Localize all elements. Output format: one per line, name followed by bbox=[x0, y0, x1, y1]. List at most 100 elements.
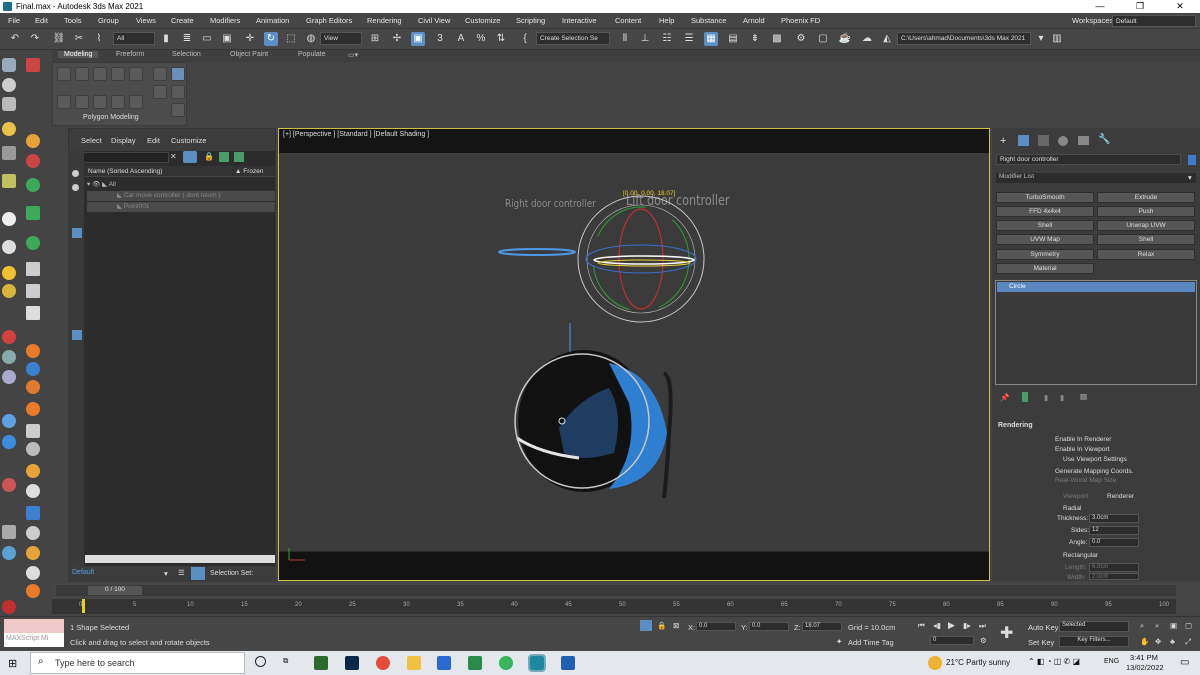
hierarchy-tab-icon[interactable] bbox=[1038, 135, 1049, 146]
expand-icon[interactable]: ▾ 👁 ◣ bbox=[87, 181, 109, 188]
tree-icon[interactable] bbox=[26, 442, 40, 456]
scene-menu-display[interactable]: Display bbox=[111, 136, 136, 145]
teapot-icon[interactable] bbox=[2, 97, 16, 111]
curve-editor-icon[interactable]: ▤ bbox=[726, 32, 740, 46]
length-spinner[interactable]: 6.0cm bbox=[1089, 563, 1139, 572]
rendered-frame-icon[interactable]: ▢ bbox=[816, 32, 830, 46]
width-spinner[interactable]: 2.0cm bbox=[1089, 573, 1139, 580]
geo-sphere-icon[interactable] bbox=[2, 212, 16, 226]
rollout-title[interactable]: Rendering bbox=[998, 422, 1033, 429]
set-key-button[interactable]: Set Key bbox=[1028, 638, 1054, 647]
layer-icon[interactable] bbox=[234, 152, 244, 162]
maxscript-mini-listener[interactable]: MAXScript Mi bbox=[4, 633, 64, 647]
person-icon[interactable] bbox=[26, 526, 40, 540]
render-iterative-icon[interactable]: ☁ bbox=[860, 32, 874, 46]
scene-item-row[interactable]: ◣ Car move controller ( dont touch ) bbox=[87, 191, 275, 201]
keyboard-shortcut-icon[interactable]: ▣ bbox=[411, 32, 425, 46]
tab-object-paint[interactable]: Object Paint bbox=[230, 51, 268, 58]
photoshop-icon[interactable] bbox=[345, 656, 359, 670]
column-frozen[interactable]: ▲ Frozen bbox=[235, 168, 263, 175]
object-name-field[interactable]: Right door controller bbox=[996, 154, 1181, 165]
ribbon-button-14[interactable] bbox=[129, 95, 143, 109]
edit-named-selection-icon[interactable]: { bbox=[518, 32, 532, 46]
ring-icon[interactable] bbox=[26, 154, 40, 168]
ribbon-button-15[interactable] bbox=[171, 103, 185, 117]
render-production-icon[interactable]: ☕ bbox=[838, 32, 852, 46]
3dsmax-taskbar-icon[interactable] bbox=[528, 654, 546, 672]
time-slider-handle[interactable]: 0 / 100 bbox=[88, 586, 142, 595]
tab-modeling[interactable]: Modeling bbox=[58, 51, 99, 58]
enable-in-renderer-checkbox[interactable]: Enable In Renderer bbox=[1055, 436, 1111, 443]
cloth-icon[interactable] bbox=[2, 546, 16, 560]
material-editor-icon[interactable]: ▩ bbox=[770, 32, 784, 46]
rotate-icon[interactable]: ↻ bbox=[264, 32, 278, 46]
helper-icon[interactable] bbox=[2, 174, 16, 188]
menu-file[interactable]: File bbox=[8, 16, 20, 25]
clock-date[interactable]: 13/02/2022 bbox=[1126, 663, 1164, 672]
menu-graph-editors[interactable]: Graph Editors bbox=[306, 16, 352, 25]
lock-icon[interactable] bbox=[2, 600, 16, 614]
toggle-scene-explorer-icon[interactable]: ☷ bbox=[660, 32, 674, 46]
select-by-name-icon[interactable]: ≣ bbox=[180, 32, 194, 46]
percent-snap-icon[interactable]: % bbox=[474, 32, 488, 46]
box-icon[interactable] bbox=[2, 350, 16, 364]
chrome-icon[interactable] bbox=[376, 656, 390, 670]
zoom-extents-icon[interactable]: ▣ bbox=[1170, 621, 1177, 630]
ribbon-button-8[interactable] bbox=[153, 85, 167, 99]
scene-root-row[interactable]: ▾ 👁 ◣ All bbox=[87, 180, 275, 190]
set-project-folder-icon[interactable]: ▥ bbox=[1050, 32, 1064, 46]
thickness-spinner[interactable]: 3.0cm bbox=[1089, 514, 1139, 523]
layer-name[interactable]: Default bbox=[72, 569, 94, 576]
layer-explorer-icon[interactable]: ☰ bbox=[178, 568, 185, 577]
configure-sets-icon[interactable]: ▤ bbox=[1080, 392, 1087, 401]
scene-menu-edit[interactable]: Edit bbox=[147, 136, 160, 145]
auto-key-button[interactable]: Auto Key bbox=[1028, 623, 1058, 632]
menu-create[interactable]: Create bbox=[171, 16, 194, 25]
menu-edit[interactable]: Edit bbox=[35, 16, 48, 25]
shield-icon[interactable] bbox=[26, 424, 40, 438]
torus-icon[interactable] bbox=[2, 478, 16, 492]
viewport-label[interactable]: [+] [Perspective ] [Standard ] [Default … bbox=[283, 131, 429, 138]
radial-radio[interactable]: Radial bbox=[1063, 505, 1081, 512]
cone-icon[interactable] bbox=[2, 240, 16, 254]
y-coordinate-field[interactable]: 0.0 bbox=[749, 622, 789, 631]
modifier-push-button[interactable]: Push bbox=[1097, 206, 1195, 217]
scene-menu-customize[interactable]: Customize bbox=[171, 136, 206, 145]
mail-icon[interactable] bbox=[437, 656, 451, 670]
cylinder-icon[interactable] bbox=[2, 370, 16, 384]
shape-icon[interactable] bbox=[2, 78, 16, 92]
next-frame-icon[interactable]: ▮▸ bbox=[963, 621, 971, 630]
photos-icon[interactable] bbox=[561, 656, 575, 670]
pan-icon[interactable]: ✋ bbox=[1140, 637, 1149, 646]
ribbon-button-2[interactable] bbox=[75, 67, 89, 81]
angle-spinner[interactable]: 0.0 bbox=[1089, 538, 1139, 547]
ribbon-button-13[interactable] bbox=[111, 95, 125, 109]
redo-icon[interactable]: ↷ bbox=[28, 32, 42, 46]
stop-icon[interactable] bbox=[26, 306, 40, 320]
modifier-ffd-button[interactable]: FFD 4x4x4 bbox=[996, 206, 1094, 217]
create-panel-icon[interactable] bbox=[2, 58, 16, 72]
motion-tab-icon[interactable] bbox=[1058, 136, 1068, 146]
toggle-layer-explorer-icon[interactable]: ☰ bbox=[682, 32, 696, 46]
modifier-relax-button[interactable]: Relax bbox=[1097, 249, 1195, 260]
menu-animation[interactable]: Animation bbox=[256, 16, 289, 25]
angle-snap-icon[interactable]: A bbox=[454, 32, 468, 46]
menu-rendering[interactable]: Rendering bbox=[367, 16, 402, 25]
ball-blue-icon[interactable] bbox=[26, 362, 40, 376]
modifier-shell-button[interactable]: Shell bbox=[996, 220, 1094, 231]
menu-interactive[interactable]: Interactive bbox=[562, 16, 597, 25]
x-coordinate-field[interactable]: 0.0 bbox=[696, 622, 736, 631]
modifier-extrude-button[interactable]: Extrude bbox=[1097, 192, 1195, 203]
camera-icon[interactable] bbox=[2, 146, 16, 160]
hierarchy-icon[interactable] bbox=[219, 152, 229, 162]
menu-customize[interactable]: Customize bbox=[465, 16, 500, 25]
field-of-view-icon[interactable]: ▢ bbox=[1185, 621, 1192, 630]
layer-dropdown-icon[interactable]: ▾ bbox=[164, 569, 168, 578]
column-name[interactable]: Name (Sorted Ascending) bbox=[88, 168, 162, 175]
maximize-viewport-icon[interactable]: ⤢ bbox=[1185, 637, 1191, 647]
zoom-all-icon[interactable]: ⌕ bbox=[1155, 621, 1159, 631]
ribbon-button-11[interactable] bbox=[75, 95, 89, 109]
bulb-icon[interactable] bbox=[26, 566, 40, 580]
select-object-icon[interactable]: ▮ bbox=[159, 32, 173, 46]
named-selection-dropdown[interactable]: Create Selection Se bbox=[536, 32, 610, 45]
